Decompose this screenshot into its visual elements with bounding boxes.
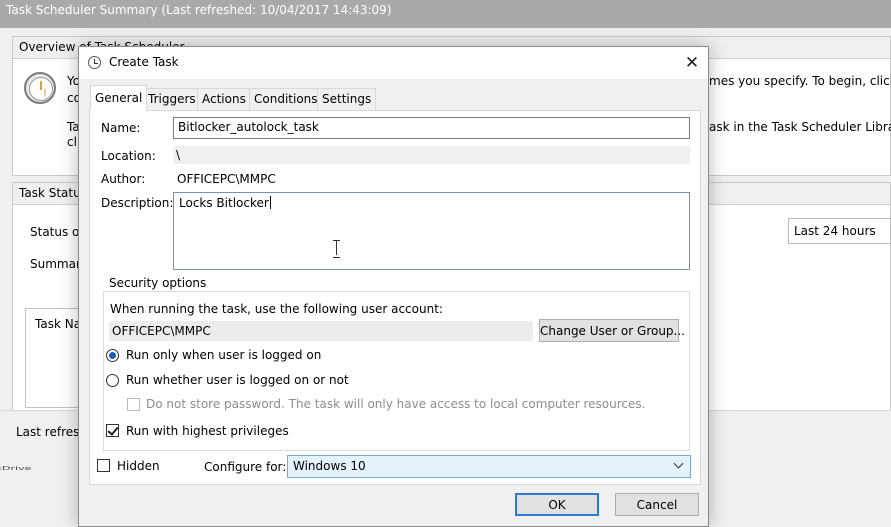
tab-general[interactable]: General xyxy=(90,85,148,111)
tab-label: Settings xyxy=(322,92,372,106)
task-name-column-header: Task Na xyxy=(35,317,82,331)
ibeam-cursor-icon xyxy=(333,240,341,258)
security-options-legend: Security options xyxy=(106,276,210,290)
description-value: Locks Bitlocker xyxy=(179,196,269,210)
time-filter-dropdown[interactable]: Last 24 hours xyxy=(788,218,891,244)
overview-text-line1-right: mes you specify. To begin, click a xyxy=(709,74,891,88)
dialog-title: Create Task xyxy=(109,55,179,69)
clock-icon xyxy=(88,56,101,69)
tab-label: Conditions xyxy=(254,92,318,106)
user-account-field: OFFICEPC\MMPC xyxy=(109,321,533,341)
do-not-store-password-label: Do not store password. The task will onl… xyxy=(146,397,646,411)
location-value: \ xyxy=(176,148,181,162)
do-not-store-password-checkbox[interactable] xyxy=(127,398,140,411)
cancel-button[interactable]: Cancel xyxy=(615,493,699,516)
account-prompt: When running the task, use the following… xyxy=(110,302,443,316)
cancel-button-label: Cancel xyxy=(636,498,678,512)
change-user-button-label: Change User or Group... xyxy=(540,324,685,338)
name-label: Name: xyxy=(101,121,141,135)
location-value-field: \ xyxy=(173,146,690,164)
description-label: Description: xyxy=(101,196,174,210)
last-refresh-label: Last refresh xyxy=(16,425,87,439)
author-label: Author: xyxy=(101,172,146,186)
background-window-titlebar: Task Scheduler Summary (Last refreshed: … xyxy=(0,0,891,28)
configure-for-value: Windows 10 xyxy=(293,459,366,473)
overview-text-line3-right: ask in the Task Scheduler Library an xyxy=(709,120,891,134)
ok-button[interactable]: OK xyxy=(515,493,599,516)
dialog-titlebar[interactable]: Create Task ✕ xyxy=(79,47,708,79)
clock-icon xyxy=(24,72,56,104)
run-whether-logged-on-label: Run whether user is logged on or not xyxy=(126,373,349,387)
ok-button-label: OK xyxy=(548,498,566,512)
name-input-value: Bitlocker_autolock_task xyxy=(178,120,319,134)
highest-privileges-checkbox[interactable] xyxy=(106,424,119,437)
run-only-logged-on-radio[interactable] xyxy=(106,349,119,362)
overview-text-line4-left: cl xyxy=(67,135,77,149)
change-user-button[interactable]: Change User or Group... xyxy=(539,319,685,342)
close-icon[interactable]: ✕ xyxy=(676,47,708,79)
run-whether-logged-on-radio[interactable] xyxy=(106,374,119,387)
task-status-heading: Task Status xyxy=(19,186,87,200)
tab-settings[interactable]: Settings xyxy=(317,88,377,110)
tab-label: General xyxy=(95,91,143,105)
task-list[interactable]: Task Na xyxy=(25,308,85,408)
tab-label: Actions xyxy=(202,92,246,106)
tab-actions[interactable]: Actions xyxy=(197,88,251,110)
user-account-value: OFFICEPC\MMPC xyxy=(112,324,211,338)
configure-for-label: Configure for: xyxy=(204,460,287,474)
truncated-text: cDrive xyxy=(0,465,32,472)
configure-for-select[interactable]: Windows 10 xyxy=(287,455,691,478)
location-label: Location: xyxy=(101,149,156,163)
highest-privileges-label: Run with highest privileges xyxy=(126,424,289,438)
chevron-down-icon xyxy=(673,460,685,472)
hidden-checkbox[interactable] xyxy=(97,459,110,472)
author-value: OFFICEPC\MMPC xyxy=(177,172,276,186)
time-filter-value: Last 24 hours xyxy=(794,224,876,238)
hidden-label: Hidden xyxy=(117,459,160,473)
text-caret xyxy=(269,196,271,209)
run-only-logged-on-label: Run only when user is logged on xyxy=(126,348,322,362)
tab-conditions[interactable]: Conditions xyxy=(249,88,323,110)
tab-label: Triggers xyxy=(148,92,196,106)
tab-triggers[interactable]: Triggers xyxy=(143,88,201,110)
create-task-dialog: Create Task ✕ General Triggers Actions C… xyxy=(78,46,709,527)
status-of-label: Status of xyxy=(30,225,84,239)
background-window-title: Task Scheduler Summary (Last refreshed: … xyxy=(6,3,392,17)
description-textarea[interactable]: Locks Bitlocker xyxy=(173,192,690,270)
name-input[interactable]: Bitlocker_autolock_task xyxy=(173,117,690,139)
